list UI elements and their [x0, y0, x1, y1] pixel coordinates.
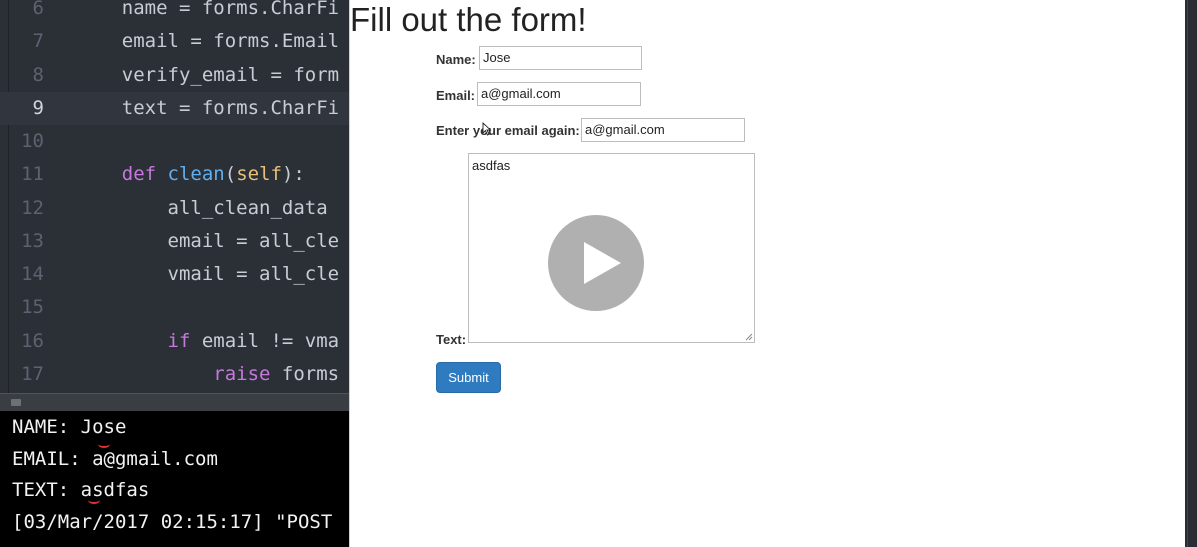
code-line[interactable]: 8 verify_email = form — [0, 59, 350, 92]
code-line[interactable]: 7 email = forms.Email — [0, 25, 350, 58]
code-line[interactable]: 10 — [0, 125, 350, 158]
code-token: ): — [281, 163, 305, 186]
code-token: self — [236, 163, 282, 186]
line-number: 9 — [32, 96, 44, 119]
window-edge — [1185, 0, 1197, 547]
code-token: def — [121, 163, 157, 186]
line-number: 13 — [21, 229, 44, 252]
spellcheck-squiggle — [88, 496, 100, 504]
submit-button[interactable]: Submit — [436, 362, 501, 393]
code-line[interactable]: 15 — [0, 291, 350, 324]
code-line[interactable]: 12 all_clean_data — [0, 192, 350, 225]
terminal-line: [03/Mar/2017 02:15:17] "POST — [12, 511, 333, 533]
code-text: vmail = all_cle — [76, 258, 340, 291]
code-editor[interactable]: 6 name = forms.CharFi 7 email = forms.Ema… — [0, 0, 350, 393]
play-icon — [584, 242, 621, 284]
terminal-output[interactable]: NAME: Jose EMAIL: a@gmail.com TEXT: asdf… — [0, 411, 350, 547]
code-text: email = forms.Email — [76, 25, 339, 58]
line-number: 14 — [21, 263, 44, 285]
cursor-icon — [482, 122, 492, 136]
code-token: email != vma — [190, 329, 340, 352]
line-number: 12 — [21, 196, 44, 219]
terminal-line: EMAIL: a@gmail.com — [12, 448, 218, 470]
name-label: Name: — [436, 52, 476, 67]
code-text: text = forms.CharFi — [76, 92, 339, 125]
line-number: 15 — [21, 296, 44, 319]
drag-handle-icon[interactable] — [11, 399, 21, 406]
code-line[interactable]: 14 vmail = all_cle — [0, 258, 350, 291]
code-line[interactable]: 13 email = all_cle — [0, 225, 350, 258]
text-value: asdfas — [472, 158, 511, 173]
code-token: name = forms.CharFi — [76, 0, 340, 19]
email-label: Email: — [436, 88, 476, 103]
code-text: raise forms — [76, 358, 339, 391]
email-input[interactable]: a@gmail.com — [477, 82, 641, 106]
code-line[interactable]: 6 name = forms.CharFi — [0, 0, 350, 25]
name-input[interactable]: Jose — [479, 46, 642, 70]
line-number: 11 — [21, 163, 44, 186]
verify-email-input[interactable]: a@gmail.com — [581, 118, 745, 142]
verify-email-label: Enter your email again: — [436, 123, 580, 138]
code-token: forms — [270, 362, 340, 385]
spellcheck-squiggle — [98, 440, 110, 448]
code-line[interactable]: 16 if email != vma — [0, 325, 350, 358]
code-token: verify_email = form — [76, 63, 340, 86]
code-token: email = all_cle — [76, 229, 340, 252]
line-number: 8 — [32, 63, 44, 86]
terminal-line: TEXT: asdfas — [12, 479, 150, 501]
play-button[interactable] — [548, 215, 644, 311]
code-line[interactable]: 17 raise forms — [0, 358, 350, 391]
page-title: Fill out the form! — [350, 1, 587, 38]
code-token: clean — [167, 163, 225, 186]
code-token: if — [167, 329, 191, 352]
line-number: 10 — [21, 130, 44, 152]
code-line[interactable]: 9 text = forms.CharFi — [0, 91, 350, 125]
code-text: all_clean_data — [76, 192, 328, 225]
code-text: if email != vma — [76, 325, 340, 358]
line-number: 17 — [21, 362, 44, 385]
line-number: 16 — [21, 329, 44, 352]
panel-divider[interactable] — [0, 393, 350, 412]
code-line[interactable]: 11 def clean(self): — [0, 158, 350, 191]
terminal-line: NAME: Jose — [12, 416, 127, 438]
code-token: email = forms.Email — [76, 30, 340, 53]
line-number: 7 — [32, 30, 44, 53]
code-token: ( — [224, 163, 237, 186]
code-token: raise — [213, 362, 271, 385]
code-text: def clean(self): — [76, 158, 305, 191]
resize-grip-icon[interactable] — [745, 333, 753, 341]
code-text: email = all_cle — [76, 225, 340, 258]
code-token: vmail = all_cle — [76, 263, 340, 285]
window-edge-line — [1187, 0, 1188, 547]
code-token: all_clean_data — [76, 196, 328, 219]
text-label: Text: — [436, 332, 467, 347]
code-text: name = forms.CharFi — [76, 0, 339, 25]
code-text: verify_email = form — [76, 59, 339, 92]
browser-page: Fill out the form! Name: Jose Email: a@g… — [349, 0, 1186, 547]
code-token: text = forms.CharFi — [76, 96, 340, 119]
line-number: 6 — [32, 0, 44, 19]
